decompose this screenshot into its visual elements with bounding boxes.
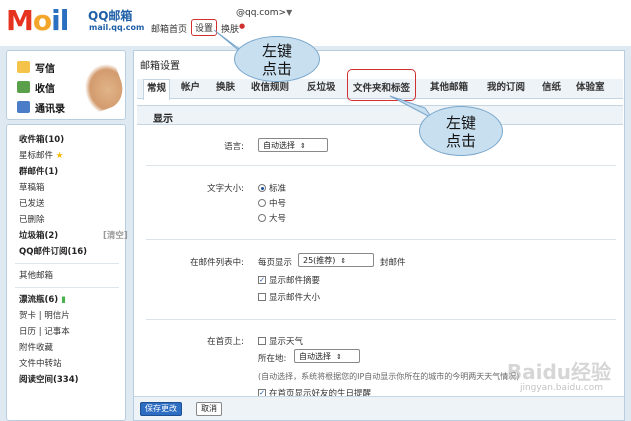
bubble-2-tail (389, 95, 433, 119)
annotation-bubble-2: 左键 点击 (419, 106, 503, 156)
watermark-url: jingyan.baidu.com (519, 383, 603, 393)
baidu-jingyan-watermark: Baidu经验 (506, 360, 611, 384)
annotation-bubble-1: 左键 点击 (234, 36, 320, 82)
